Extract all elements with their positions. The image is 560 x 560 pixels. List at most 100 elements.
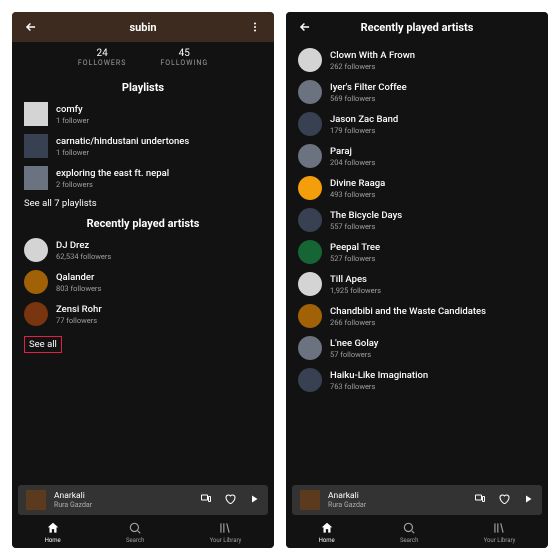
artist-row[interactable]: Zensi Rohr 77 followers xyxy=(24,302,262,326)
artist-name: L'nee Golay xyxy=(330,338,378,349)
devices-icon[interactable] xyxy=(474,493,486,508)
play-icon[interactable] xyxy=(248,493,260,508)
nav-library[interactable]: Your Library xyxy=(210,521,242,544)
artist-name: Jason Zac Band xyxy=(330,114,398,125)
now-playing-bar[interactable]: Anarkali Rura Gazdar xyxy=(292,485,542,515)
playlist-sub: 1 follower xyxy=(56,148,189,157)
heart-icon[interactable] xyxy=(498,493,510,508)
artist-sub: 493 followers xyxy=(330,190,385,199)
playlist-row[interactable]: carnatic/hindustani undertones 1 followe… xyxy=(24,134,262,158)
artist-row[interactable]: Divine Raaga493 followers xyxy=(298,176,536,200)
artist-avatar xyxy=(298,176,322,200)
playlist-art xyxy=(24,166,48,190)
artist-sub: 204 followers xyxy=(330,158,375,167)
artist-row[interactable]: DJ Drez 62,534 followers xyxy=(24,238,262,262)
profile-body: Playlists comfy 1 follower carnatic/hind… xyxy=(12,75,274,479)
nav-home[interactable]: Home xyxy=(319,521,335,544)
playlists-heading: Playlists xyxy=(24,81,262,94)
artist-sub: 763 followers xyxy=(330,382,428,391)
home-icon xyxy=(46,521,60,535)
artist-row[interactable]: Chandbibi and the Waste Candidates266 fo… xyxy=(298,304,536,328)
playlist-name: carnatic/hindustani undertones xyxy=(56,136,189,147)
nav-search[interactable]: Search xyxy=(400,521,418,544)
artist-row[interactable]: Qalander 803 followers xyxy=(24,270,262,294)
see-all-artists-link[interactable]: See all xyxy=(24,336,62,353)
page-title: Recently played artists xyxy=(361,21,474,34)
header: subin xyxy=(12,12,274,42)
nav-home[interactable]: Home xyxy=(45,521,61,544)
artist-sub: 527 followers xyxy=(330,254,380,263)
artist-sub: 803 followers xyxy=(56,284,101,293)
artist-row[interactable]: Paraj204 followers xyxy=(298,144,536,168)
artist-avatar xyxy=(298,208,322,232)
now-playing-bar[interactable]: Anarkali Rura Gazdar xyxy=(18,485,268,515)
artist-name: Clown With A Frown xyxy=(330,50,415,61)
artist-name: The Bicycle Days xyxy=(330,210,402,221)
playlist-sub: 1 follower xyxy=(56,116,89,125)
artist-row[interactable]: Clown With A Frown262 followers xyxy=(298,48,536,72)
artist-avatar xyxy=(24,238,48,262)
track-title: Anarkali xyxy=(328,491,462,501)
track-artist: Rura Gazdar xyxy=(54,501,188,509)
back-icon[interactable] xyxy=(298,20,312,34)
artists-screen: Recently played artists Clown With A Fro… xyxy=(286,12,548,548)
artist-row[interactable]: L'nee Golay57 followers xyxy=(298,336,536,360)
search-icon xyxy=(128,521,142,535)
artist-row[interactable]: Iyer's Filter Coffee569 followers xyxy=(298,80,536,104)
artist-sub: 77 followers xyxy=(56,316,102,325)
nav-search[interactable]: Search xyxy=(126,521,144,544)
followers-stat[interactable]: 24 FOLLOWERS xyxy=(78,48,126,67)
artist-row[interactable]: Haiku-Like Imagination763 followers xyxy=(298,368,536,392)
artist-sub: 557 followers xyxy=(330,222,402,231)
artist-row[interactable]: The Bicycle Days557 followers xyxy=(298,208,536,232)
artist-sub: 262 followers xyxy=(330,62,415,71)
track-art xyxy=(300,490,320,510)
artist-sub: 266 followers xyxy=(330,318,486,327)
artist-name: Paraj xyxy=(330,146,375,157)
artist-row[interactable]: Peepal Tree527 followers xyxy=(298,240,536,264)
following-stat[interactable]: 45 FOLLOWING xyxy=(160,48,208,67)
nav-library[interactable]: Your Library xyxy=(484,521,516,544)
artist-sub: 62,534 followers xyxy=(56,252,111,261)
more-icon[interactable] xyxy=(248,20,262,34)
nav-label: Search xyxy=(400,537,418,544)
artist-name: Till Apes xyxy=(330,274,381,285)
artist-avatar xyxy=(24,302,48,326)
artists-list: Clown With A Frown262 followers Iyer's F… xyxy=(286,42,548,479)
bottom-nav: Home Search Your Library xyxy=(12,515,274,548)
playlist-art xyxy=(24,134,48,158)
artist-name: Divine Raaga xyxy=(330,178,385,189)
profile-stats: 24 FOLLOWERS 45 FOLLOWING xyxy=(12,42,274,75)
playlist-row[interactable]: exploring the east ft. nepal 2 followers xyxy=(24,166,262,190)
artist-name: Peepal Tree xyxy=(330,242,380,253)
devices-icon[interactable] xyxy=(200,493,212,508)
artist-avatar xyxy=(298,304,322,328)
artist-name: Iyer's Filter Coffee xyxy=(330,82,407,93)
artist-row[interactable]: Jason Zac Band179 followers xyxy=(298,112,536,136)
artist-sub: 57 followers xyxy=(330,350,378,359)
play-icon[interactable] xyxy=(522,493,534,508)
heart-icon[interactable] xyxy=(224,493,236,508)
artist-name: Zensi Rohr xyxy=(56,304,102,315)
library-icon xyxy=(218,521,232,535)
artist-sub: 1,925 followers xyxy=(330,286,381,295)
nav-label: Home xyxy=(45,537,61,544)
artist-name: DJ Drez xyxy=(56,240,111,251)
playlist-row[interactable]: comfy 1 follower xyxy=(24,102,262,126)
artist-name: Haiku-Like Imagination xyxy=(330,370,428,381)
artist-name: Chandbibi and the Waste Candidates xyxy=(330,306,486,317)
playlist-name: comfy xyxy=(56,104,89,115)
search-icon xyxy=(402,521,416,535)
back-icon[interactable] xyxy=(24,20,38,34)
artist-avatar xyxy=(298,112,322,136)
bottom-nav: Home Search Your Library xyxy=(286,515,548,548)
track-title: Anarkali xyxy=(54,491,188,501)
home-icon xyxy=(320,521,334,535)
artist-avatar xyxy=(298,48,322,72)
artist-avatar xyxy=(298,80,322,104)
artist-avatar xyxy=(298,336,322,360)
playlist-art xyxy=(24,102,48,126)
artist-row[interactable]: Till Apes1,925 followers xyxy=(298,272,536,296)
page-title: subin xyxy=(129,21,156,34)
see-all-playlists-link[interactable]: See all 7 playlists xyxy=(24,198,262,209)
